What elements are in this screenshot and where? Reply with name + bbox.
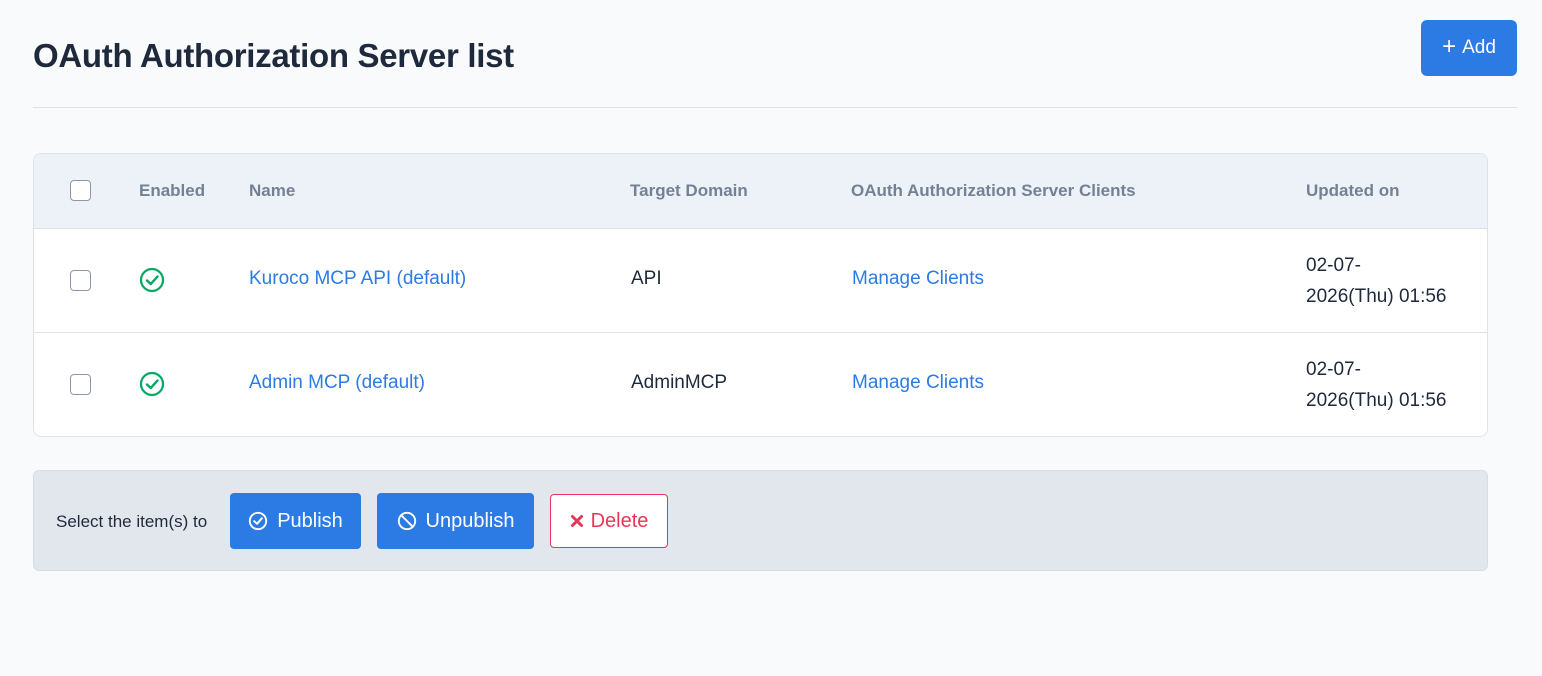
publish-button[interactable]: Publish <box>230 493 361 549</box>
check-circle-icon <box>139 371 165 397</box>
check-circle-icon <box>249 511 268 531</box>
target-domain: AdminMCP <box>631 372 728 393</box>
updated-on-date: 02-07- <box>1306 255 1361 276</box>
table-header: Enabled Name Target Domain OAuth Authori… <box>34 154 1487 229</box>
target-domain: API <box>631 268 662 289</box>
row-checkbox[interactable] <box>70 270 91 291</box>
updated-on-time: 2026(Thu) 01:56 <box>1306 286 1447 307</box>
bulk-action-bar: Select the item(s) to Publish Unpublish … <box>33 470 1488 571</box>
delete-button[interactable]: Delete <box>550 494 668 548</box>
updated-on-date: 02-07- <box>1306 359 1361 380</box>
column-header-name[interactable]: Name <box>249 181 295 201</box>
manage-clients-link[interactable]: Manage Clients <box>852 372 984 394</box>
column-header-updated-on[interactable]: Updated on <box>1306 181 1400 201</box>
page: OAuth Authorization Server list + Add En… <box>0 0 1542 676</box>
column-header-target-domain[interactable]: Target Domain <box>630 181 748 201</box>
unpublish-button-label: Unpublish <box>425 509 515 532</box>
manage-clients-link[interactable]: Manage Clients <box>852 268 984 290</box>
server-name-link[interactable]: Admin MCP (default) <box>249 372 425 394</box>
select-all-checkbox[interactable] <box>70 180 91 201</box>
table-row: Admin MCP (default) AdminMCP Manage Clie… <box>34 333 1487 436</box>
updated-on: 02-07- 2026(Thu) 01:56 <box>1306 354 1447 416</box>
unpublish-button[interactable]: Unpublish <box>377 493 534 549</box>
column-header-enabled[interactable]: Enabled <box>139 181 205 201</box>
table-row: Kuroco MCP API (default) API Manage Clie… <box>34 229 1487 333</box>
row-checkbox[interactable] <box>70 374 91 395</box>
add-button-label: Add <box>1462 37 1496 58</box>
add-button[interactable]: + Add <box>1421 20 1517 76</box>
page-header: OAuth Authorization Server list + Add <box>33 20 1517 108</box>
plus-icon: + <box>1442 33 1457 60</box>
updated-on-time: 2026(Thu) 01:56 <box>1306 390 1447 411</box>
server-table: Enabled Name Target Domain OAuth Authori… <box>33 153 1488 437</box>
delete-button-label: Delete <box>590 509 649 532</box>
column-header-clients: OAuth Authorization Server Clients <box>851 181 1136 200</box>
ban-icon <box>397 511 416 531</box>
publish-button-label: Publish <box>277 509 343 532</box>
page-title: OAuth Authorization Server list <box>33 37 514 74</box>
check-circle-icon <box>139 267 165 293</box>
bulk-action-label: Select the item(s) to <box>56 512 208 531</box>
close-icon <box>570 515 583 527</box>
updated-on: 02-07- 2026(Thu) 01:56 <box>1306 250 1447 312</box>
server-name-link[interactable]: Kuroco MCP API (default) <box>249 268 466 290</box>
